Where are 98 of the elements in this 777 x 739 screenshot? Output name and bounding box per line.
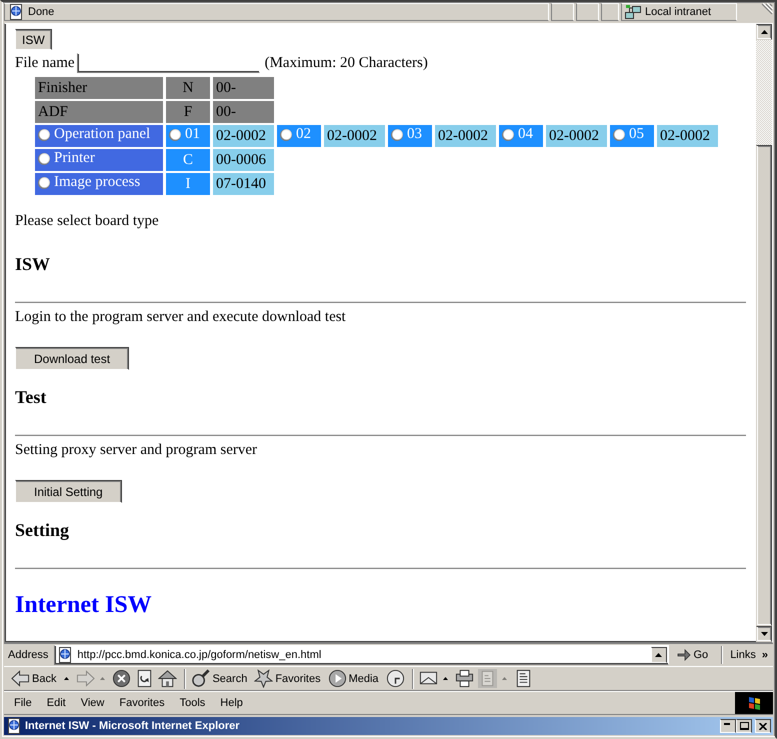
globe-page-icon xyxy=(57,647,74,663)
right-arrow-icon xyxy=(676,648,690,662)
status-panel xyxy=(551,3,574,21)
board-name: Printer xyxy=(54,150,95,168)
status-panel xyxy=(576,3,599,21)
value-cell: 02-0002 xyxy=(213,125,274,147)
description-text: Setting proxy server and program server xyxy=(15,442,258,459)
code-cell: I xyxy=(166,173,210,195)
code-label: 04 xyxy=(518,126,533,144)
stop-button[interactable] xyxy=(111,669,132,688)
links-label[interactable]: Links xyxy=(730,649,756,661)
globe-page-icon xyxy=(6,718,22,734)
board-cell: Finisher xyxy=(35,77,163,99)
house-icon xyxy=(158,669,178,688)
status-panel xyxy=(601,3,619,21)
value-cell: 02-0002 xyxy=(657,125,718,147)
radio-button[interactable] xyxy=(391,128,403,141)
field-note: (Maximum: 20 Characters) xyxy=(264,54,428,72)
board-name: Operation panel xyxy=(54,126,150,144)
play-icon xyxy=(328,669,347,688)
minimize-button[interactable] xyxy=(720,719,736,733)
caret-icon[interactable] xyxy=(64,677,70,680)
submit-button[interactable]: ISW xyxy=(15,29,52,50)
code-cell: C xyxy=(166,149,210,171)
address-field[interactable]: http://pcc.bmd.konica.co.jp/goform/netisw_en.html xyxy=(54,645,668,665)
page-title: Internet ISW xyxy=(15,591,152,619)
description-text: Please select board type xyxy=(15,213,159,230)
value-cell: 07-0140 xyxy=(213,173,274,195)
caret-icon[interactable] xyxy=(442,677,448,680)
dropdown-button[interactable] xyxy=(650,647,666,663)
menu-item[interactable]: Edit xyxy=(40,694,74,712)
radio-button[interactable] xyxy=(613,128,625,141)
media-button[interactable]: Media xyxy=(326,669,383,688)
up-arrow-icon xyxy=(655,653,662,657)
menu-item[interactable]: File xyxy=(7,694,40,712)
radio-button[interactable] xyxy=(169,128,181,141)
section-heading: ISW xyxy=(15,254,50,275)
clock-icon xyxy=(386,669,405,688)
close-button[interactable] xyxy=(755,719,771,733)
printer-icon xyxy=(454,669,474,688)
scroll-down-button[interactable] xyxy=(756,626,772,642)
section-heading: Setting xyxy=(15,520,69,541)
search-icon xyxy=(191,669,210,688)
submit-button[interactable]: Initial Setting xyxy=(15,480,122,503)
radio-button[interactable] xyxy=(38,128,50,141)
radio-button[interactable] xyxy=(280,128,292,141)
search-button[interactable]: Search xyxy=(190,669,252,688)
up-arrow-icon xyxy=(760,30,768,34)
section-heading: Test xyxy=(15,387,46,408)
code-label: 02 xyxy=(296,126,311,144)
go-button[interactable]: Go xyxy=(672,648,714,662)
code-label: 01 xyxy=(185,126,200,144)
radio-button[interactable] xyxy=(38,152,50,165)
code-cell: N xyxy=(166,77,210,99)
zone-text: Local intranet xyxy=(645,6,712,18)
right-arrow-icon xyxy=(76,669,96,688)
code-label: 03 xyxy=(407,126,422,144)
stop-icon xyxy=(112,669,132,688)
menu-item[interactable]: Favorites xyxy=(112,694,173,712)
menu-item[interactable]: Help xyxy=(213,694,251,712)
code-cell: F xyxy=(166,101,210,123)
close-icon xyxy=(759,722,767,730)
favorites-button[interactable]: Favorites xyxy=(253,669,325,688)
address-label: Address xyxy=(8,649,50,661)
left-arrow-icon xyxy=(11,669,30,688)
flag-icon xyxy=(735,692,773,714)
radio-button[interactable] xyxy=(502,128,514,141)
print-button[interactable] xyxy=(454,669,475,688)
window-title: Internet ISW - Microsoft Internet Explorer xyxy=(25,720,241,732)
value-cell: 02-0002 xyxy=(435,125,496,147)
value-cell: 00-0006 xyxy=(213,149,274,171)
board-cell: ADF xyxy=(35,101,163,123)
chevron-button[interactable]: » xyxy=(760,649,771,661)
maximize-icon xyxy=(740,722,748,730)
submit-button[interactable]: Download test xyxy=(15,347,130,370)
value-cell: 02-0002 xyxy=(324,125,385,147)
board-name: Image process xyxy=(54,174,140,192)
back-button[interactable]: Back xyxy=(10,669,60,688)
value-cell: 02-0002 xyxy=(546,125,607,147)
maximize-button[interactable] xyxy=(736,719,752,733)
document-icon xyxy=(478,669,497,688)
status-text: Done xyxy=(28,6,54,18)
field-label: File name xyxy=(15,54,75,72)
scroll-up-button[interactable] xyxy=(756,24,772,40)
radio-button[interactable] xyxy=(38,176,50,189)
menu-item[interactable]: View xyxy=(74,694,112,712)
value-cell: 00- xyxy=(213,101,274,123)
description-text: Login to the program server and execute download test xyxy=(15,309,346,326)
code-label: 05 xyxy=(629,126,644,144)
menu-item[interactable]: Tools xyxy=(172,694,214,712)
star-icon xyxy=(254,669,274,688)
scrollbar-thumb[interactable] xyxy=(756,145,772,626)
computers-icon xyxy=(625,4,641,20)
down-arrow-icon xyxy=(760,632,768,636)
history-button[interactable] xyxy=(384,669,406,688)
value-cell: 00- xyxy=(213,77,274,99)
home-button[interactable] xyxy=(157,669,178,688)
resize-grip-icon[interactable] xyxy=(761,3,773,15)
